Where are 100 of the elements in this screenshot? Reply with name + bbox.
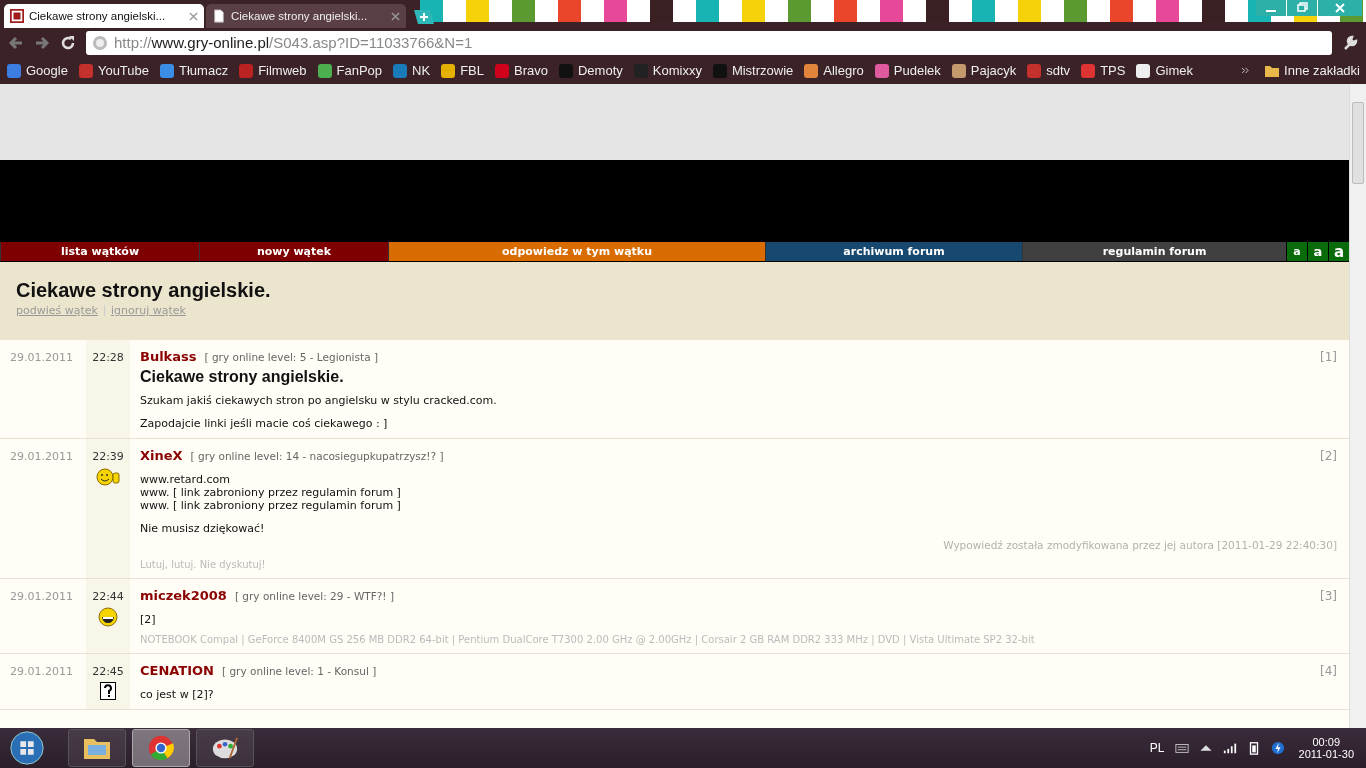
signal-icon[interactable]: [1222, 741, 1237, 755]
bookmark-link[interactable]: Mistrzowie: [711, 62, 794, 79]
bookmark-link[interactable]: Komixxy: [632, 62, 702, 79]
bookmark-icon: [1135, 62, 1152, 79]
unknown-avatar-icon: [100, 682, 116, 700]
post-text: Nie musisz dziękować!: [140, 522, 266, 535]
signature: Lutuj, lutuj. Nie dyskutuj!: [140, 559, 267, 570]
post-date: 29.01.2011: [10, 351, 73, 364]
taskbar-app-button[interactable]: [68, 729, 126, 767]
bookmark-link[interactable]: Pudelek: [873, 62, 941, 79]
forum-nav-link[interactable]: lista wątków: [0, 242, 199, 261]
keyboard-icon[interactable]: [1174, 741, 1189, 755]
post-date: 29.01.2011: [10, 450, 73, 463]
thread-title: Ciekawe strony angielskie.: [16, 279, 272, 302]
bookmark-link[interactable]: Demoty: [557, 62, 623, 79]
signature: NOTEBOOK Compal | GeForce 8400M GS 256 MB DDR2 64-bit | Pentium DualCore T7300 2.00 GHz @ 2.00GHz | Corsair 2 GB RAM DDR2 333 MHz | DVD | Vista Ultimate SP2 32-bit: [140, 634, 1036, 645]
forward-icon[interactable]: [34, 34, 50, 51]
bookmark-icon: [1026, 62, 1043, 79]
bookmark-icon: [557, 62, 574, 79]
clock[interactable]: 00:09 2011-01-30: [1294, 736, 1358, 760]
bookmark-icon: [1080, 62, 1097, 79]
post-text: co jest w [2]?: [140, 688, 215, 701]
bookmark-icon: [711, 62, 728, 79]
wrench-icon[interactable]: [1342, 34, 1358, 51]
palette-icon: [211, 734, 239, 762]
close-icon[interactable]: [189, 11, 198, 21]
post-time: 22:28: [92, 351, 124, 364]
power-icon[interactable]: [1270, 741, 1285, 755]
scrollbar[interactable]: [1349, 84, 1366, 728]
post-time: 22:39: [92, 450, 124, 463]
browser-tab[interactable]: Ciekawe strony angielski...: [206, 4, 406, 28]
post-author[interactable]: XineX: [140, 448, 183, 463]
user-rank: [ gry online level: 29 - WTF?! ]: [234, 590, 395, 602]
post-text: Szukam jakiś ciekawych stron po angielsku w stylu cracked.com.: [140, 394, 498, 407]
post-text: www.retard.com: [140, 473, 231, 486]
bookmark-link[interactable]: FanPop: [316, 62, 383, 79]
font-size-button[interactable]: a: [1307, 242, 1328, 261]
minimize-button[interactable]: [1256, 0, 1286, 16]
post-author[interactable]: Bulkass: [140, 349, 197, 364]
bookmark-link[interactable]: Tłumacz: [159, 62, 229, 79]
bookmark-icon: [494, 62, 510, 79]
bookmark-link[interactable]: Bravo: [494, 62, 548, 79]
post-title: Ciekawe strony angielskie.: [140, 368, 345, 386]
post-date: 29.01.2011: [10, 665, 73, 678]
user-rank: [ gry online level: 1 - Konsul ]: [222, 665, 378, 677]
bookmark-link[interactable]: sdtv: [1026, 62, 1071, 79]
post-time: 22:45: [92, 665, 124, 678]
bookmark-link[interactable]: Filmweb: [238, 62, 307, 79]
forum-nav-link[interactable]: nowy wątek: [199, 242, 388, 261]
bookmark-link[interactable]: Pajacyk: [950, 62, 1017, 79]
user-rank: [ gry online level: 14 - nacosiegupkupatrzysz!? ]: [190, 450, 445, 462]
bookmark-link[interactable]: YouTube: [77, 62, 149, 79]
smiley-thumbs-up-icon: [96, 467, 120, 487]
post-time: 22:44: [92, 590, 124, 603]
font-size-button[interactable]: a: [1328, 242, 1349, 261]
bookmark-icon: [873, 62, 890, 79]
close-button[interactable]: [1318, 0, 1362, 16]
post-date: 29.01.2011: [10, 590, 73, 603]
scrollbar-thumb[interactable]: [1352, 102, 1364, 184]
post-author[interactable]: CENATION: [140, 663, 214, 678]
close-icon[interactable]: [391, 11, 400, 21]
bookmark-link[interactable]: NK: [392, 62, 431, 79]
site-logo-icon: [10, 9, 24, 23]
new-tab-button[interactable]: [412, 9, 436, 25]
bookmark-link[interactable]: FBL: [440, 62, 484, 79]
user-rank: [ gry online level: 5 - Legionista ]: [204, 351, 379, 363]
bookmark-icon: [316, 62, 333, 79]
bookmark-link[interactable]: Gimek: [1135, 62, 1193, 79]
bookmark-icon: [950, 62, 967, 79]
other-bookmarks-button[interactable]: Inne zakładki: [1264, 62, 1360, 79]
language-indicator[interactable]: PL: [1149, 741, 1165, 755]
start-button[interactable]: [8, 729, 46, 767]
post-text: Zapodajcie linki jeśli macie coś ciekawego : ]: [140, 417, 389, 430]
post-text: [2]: [140, 613, 157, 626]
bookmark-icon: [440, 62, 457, 79]
bookmark-icon: [159, 62, 175, 79]
back-icon[interactable]: [8, 34, 24, 51]
forum-nav-link[interactable]: archiwum forum: [765, 242, 1022, 261]
page-icon: [212, 9, 226, 23]
taskbar-app-button[interactable]: [196, 729, 254, 767]
forum-nav-link[interactable]: regulamin forum: [1022, 242, 1286, 261]
bookmark-icon: [77, 62, 94, 79]
browser-tab[interactable]: Ciekawe strony angielski...: [4, 4, 204, 28]
bookmark-icon: [632, 62, 649, 79]
post-text: www. [ link zabroniony przez regulamin forum ]: [140, 486, 402, 499]
bookmark-icon: [238, 62, 255, 79]
post-author[interactable]: miczek2008: [140, 588, 227, 603]
grin-smiley-icon: [96, 607, 120, 627]
bookmark-link[interactable]: Allegro: [803, 62, 864, 79]
reload-icon[interactable]: [60, 34, 76, 51]
chevron-icon[interactable]: [1241, 67, 1251, 74]
browser-icon: [147, 734, 175, 762]
bookmark-icon: [392, 62, 409, 79]
globe-icon: [92, 34, 108, 51]
bookmark-icon: [6, 62, 22, 79]
font-size-button[interactable]: a: [1286, 242, 1307, 261]
bookmark-link[interactable]: TPS: [1080, 62, 1126, 79]
post-text: www. [ link zabroniony przez regulamin forum ]: [140, 499, 402, 512]
bookmark-link[interactable]: Google: [6, 62, 68, 79]
address-bar[interactable]: http://www.gry-online.pl/S043.asp?ID=11033766&N=1: [86, 30, 1332, 55]
